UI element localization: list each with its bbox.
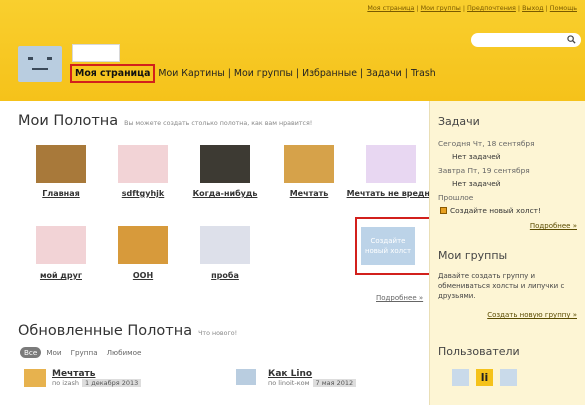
board-label[interactable]: мой друг [20, 269, 102, 283]
nav-my-page[interactable]: Моя страница [70, 64, 156, 83]
updated-item-thumb[interactable] [24, 369, 46, 387]
user-avatar[interactable] [18, 46, 62, 82]
board-label[interactable]: Главная [20, 187, 102, 201]
main-content: Мои Полотна Вы можете создать столько пол… [0, 101, 435, 405]
canvas-icon [440, 207, 447, 214]
board-label[interactable]: OOH [102, 269, 184, 283]
top-link-preferences[interactable]: Предпочтения [467, 4, 516, 12]
groups-title: Мои группы [438, 249, 508, 262]
boards-more-link[interactable]: Подробнее » [376, 294, 423, 302]
top-links: Моя страница | Мои группы | Предпочтения | Вых… [367, 4, 577, 12]
tasks-tomorrow-none: Нет задачей [452, 179, 501, 188]
updated-item: Мечтать по izash 1 декабря 2013 [52, 369, 142, 387]
updated-title: Обновленные Полотна [18, 323, 193, 339]
main-nav: Моя страница Мои Картины | Мои группы | Избр… [70, 64, 436, 83]
tasks-today-none: Нет задачей [452, 152, 501, 161]
filter-mine[interactable]: Мои [46, 348, 61, 357]
create-group-link[interactable]: Создать новую группу » [487, 311, 577, 319]
sidebar: Задачи Сегодня Чт, 18 сентября Нет задач… [429, 101, 585, 405]
tasks-more-link[interactable]: Подробнее » [530, 222, 577, 230]
nav-trash[interactable]: Trash [411, 68, 436, 79]
updated-item-author: по linoit-ком [268, 379, 310, 387]
filter-favorite[interactable]: Любимое [107, 348, 142, 357]
nav-tasks[interactable]: Задачи [366, 68, 402, 79]
updated-item-date: 1 декабря 2013 [82, 379, 142, 387]
updated-filters: Все Мои Группа Любимое [20, 347, 150, 358]
board-thumb[interactable] [200, 145, 250, 183]
my-boards-subtitle: Вы можете создать столько полотна, как в… [124, 120, 313, 127]
user-icon[interactable] [452, 369, 469, 386]
updated-item: Как Lino по linoit-ком 7 мая 2012 [268, 369, 357, 387]
board-label[interactable]: проба [184, 269, 266, 283]
updated-item-avatar[interactable] [236, 369, 256, 385]
updated-item-title[interactable]: Как Lino [268, 369, 356, 379]
updated-subtitle: Что нового! [198, 330, 238, 337]
create-board-highlight [355, 217, 433, 275]
user-icon-glyph: li [480, 371, 489, 384]
search-input[interactable] [471, 33, 581, 47]
board-thumb[interactable] [118, 226, 168, 264]
board-label[interactable]: sdftgyhjk [102, 187, 184, 201]
board-label[interactable]: Когда-нибудь [184, 187, 266, 201]
create-canvas-link[interactable]: Создайте новый холст! [450, 206, 541, 215]
updated-item-title[interactable]: Мечтать [52, 369, 141, 379]
tasks-title: Задачи [438, 115, 480, 128]
user-icon[interactable] [500, 369, 517, 386]
tasks-past: Прошлое [438, 193, 474, 202]
board-thumb[interactable] [366, 145, 416, 183]
updated-item-date: 7 мая 2012 [312, 379, 357, 387]
top-link-my-page[interactable]: Моя страница [367, 4, 414, 12]
user-icon[interactable]: li [476, 369, 493, 386]
groups-text: Давайте создать группу и обмениваться хо… [438, 272, 565, 300]
board-thumb[interactable] [200, 226, 250, 264]
board-label[interactable]: Мечтать не вредно [346, 187, 436, 201]
top-link-help[interactable]: Помощь [550, 4, 577, 12]
updated-item-author: по izash [52, 379, 79, 387]
nav-favorites[interactable]: Избранные [302, 68, 357, 79]
top-link-my-groups[interactable]: Мои группы [421, 4, 461, 12]
username-box [72, 44, 120, 62]
board-thumb[interactable] [118, 145, 168, 183]
my-boards-title: Мои Полотна [18, 113, 119, 129]
my-boards-heading: Мои Полотна Вы можете создать столько пол… [18, 113, 312, 129]
tasks-today: Сегодня Чт, 18 сентября [438, 139, 535, 148]
nav-my-groups[interactable]: Мои группы [234, 68, 293, 79]
filter-all[interactable]: Все [20, 347, 42, 358]
board-thumb[interactable] [36, 145, 86, 183]
updated-heading: Обновленные Полотна Что нового! [18, 323, 237, 339]
header-bar: Моя страница | Мои группы | Предпочтения | Вых… [0, 0, 585, 101]
top-link-logout[interactable]: Выход [522, 4, 544, 12]
magnifier-icon[interactable] [567, 35, 576, 44]
board-thumb[interactable] [36, 226, 86, 264]
users-title: Пользователи [438, 345, 520, 358]
board-label[interactable]: Мечтать [268, 187, 350, 201]
board-thumb[interactable] [284, 145, 334, 183]
nav-my-pictures[interactable]: Мои Картины [158, 68, 224, 79]
filter-group[interactable]: Группа [71, 348, 98, 357]
tasks-tomorrow: Завтра Пт, 19 сентября [438, 166, 530, 175]
